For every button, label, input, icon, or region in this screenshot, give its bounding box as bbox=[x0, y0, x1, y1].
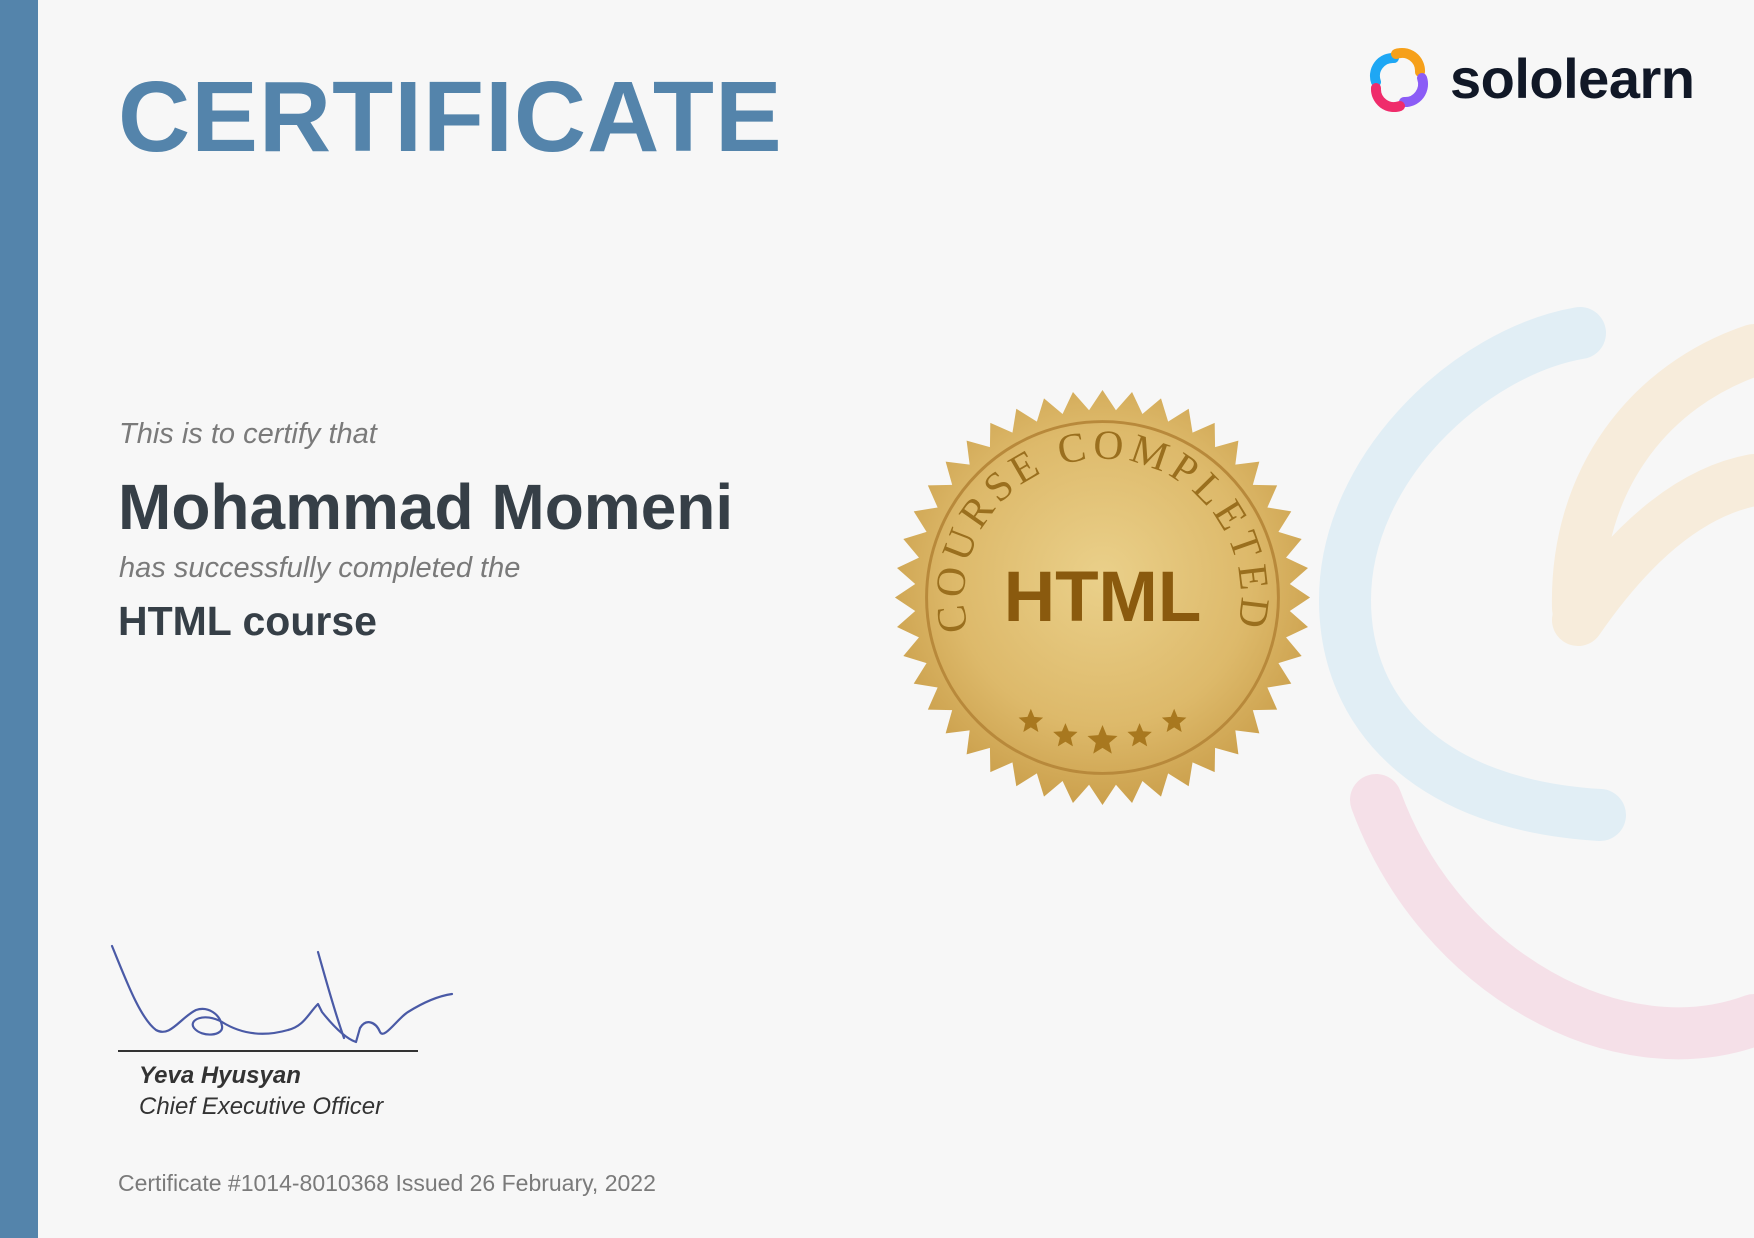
side-accent-bar bbox=[0, 0, 38, 1238]
brand-name: sololearn bbox=[1450, 47, 1695, 110]
completed-intro-text: has successfully completed the bbox=[119, 552, 521, 584]
recipient-name: Mohammad Momeni bbox=[118, 471, 734, 543]
sololearn-logo-icon bbox=[1369, 47, 1429, 113]
seal-center-text: HTML bbox=[1004, 558, 1202, 637]
signer-name: Yeva Hyusyan bbox=[139, 1062, 301, 1089]
certificate-title: CERTIFICATE bbox=[118, 61, 783, 173]
sololearn-logo: sololearn bbox=[1364, 44, 1695, 114]
signature-image bbox=[110, 944, 454, 1044]
certify-intro-text: This is to certify that bbox=[119, 418, 377, 450]
signature-line bbox=[118, 1050, 418, 1052]
signer-title: Chief Executive Officer bbox=[139, 1093, 384, 1120]
certificate-footer: Certificate #1014-8010368 Issued 26 Febr… bbox=[118, 1170, 656, 1196]
completion-seal: COURSE COMPLETED HTML bbox=[894, 389, 1311, 806]
course-name: HTML course bbox=[118, 598, 377, 644]
